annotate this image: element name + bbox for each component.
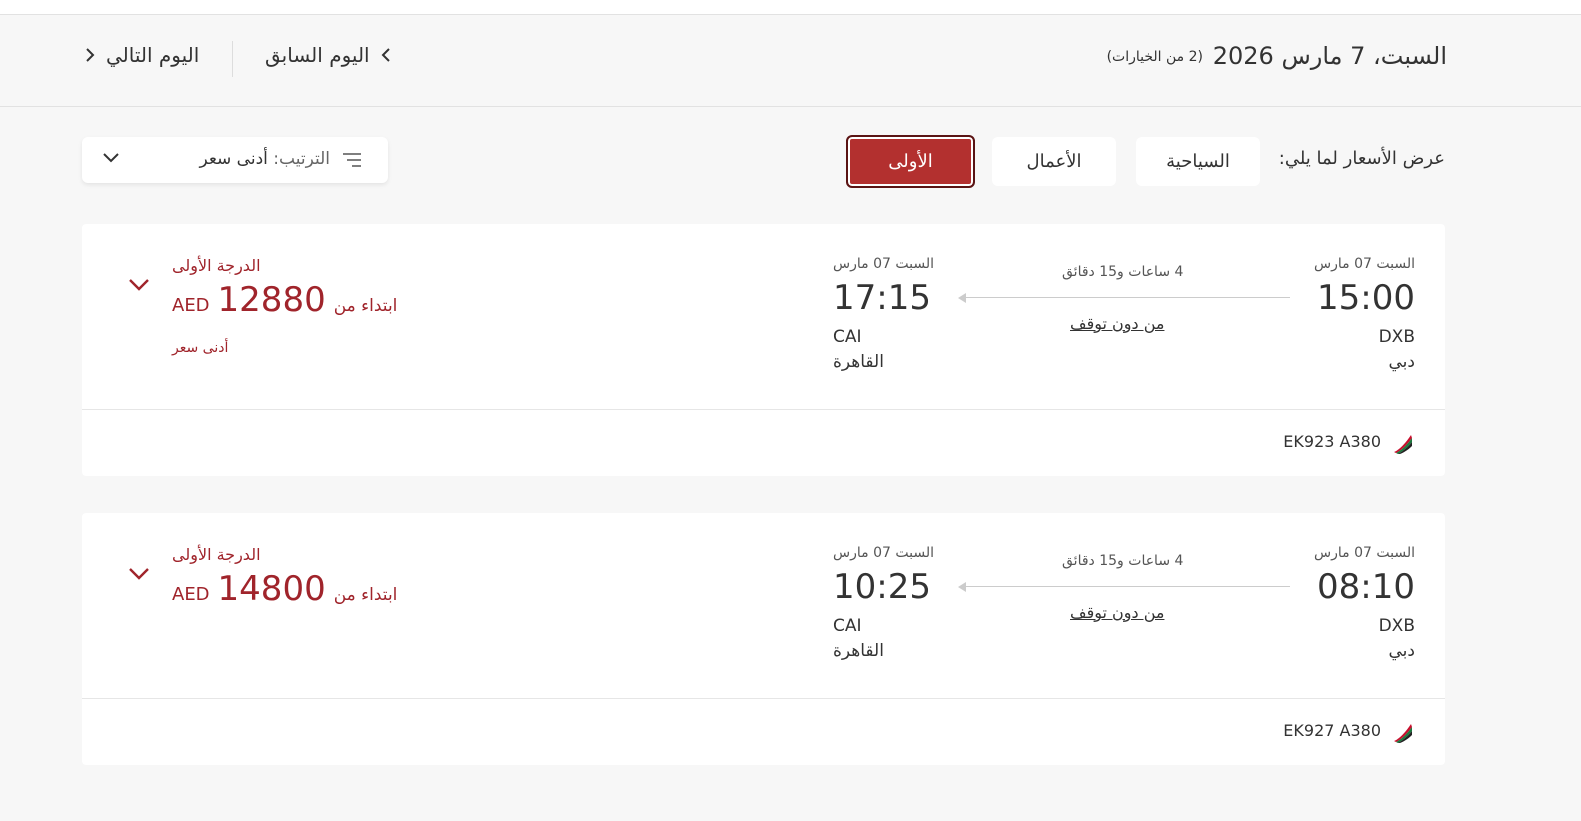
arrow-left-icon	[958, 582, 966, 592]
cabin-first-button[interactable]: الأولى	[846, 135, 975, 188]
options-count: (2 من الخيارات)	[1106, 49, 1203, 65]
arrival-city: القاهرة	[833, 641, 884, 661]
chevron-right-icon	[86, 48, 95, 62]
sort-value: أدنى سعر	[199, 149, 268, 169]
price-amount: 12880	[217, 280, 326, 320]
flight-card-main: السبت 07 مارس 08:10 DXB دبي 4 ساعات و15 …	[82, 513, 1445, 699]
arrival-code: CAI	[833, 616, 862, 636]
flight-card-footer: EK927 A380	[82, 699, 1445, 765]
date-bar: السبت، 7 مارس 2026 (2 من الخيارات) اليوم…	[0, 15, 1581, 107]
flight-card[interactable]: السبت 07 مارس 15:00 DXB دبي 4 ساعات و15 …	[82, 224, 1445, 476]
flight-number: EK927 A380	[1283, 721, 1381, 740]
flight-duration: 4 ساعات و15 دقائق	[1062, 264, 1184, 280]
departure-date: السبت 07 مارس	[1314, 545, 1415, 561]
departure-city: دبي	[1388, 352, 1415, 372]
nav-divider	[232, 41, 233, 77]
next-day-button[interactable]: اليوم التالي	[84, 43, 199, 67]
chevron-down-icon	[103, 153, 119, 163]
price-currency: AED	[172, 584, 210, 605]
price-amount: 14800	[217, 569, 326, 609]
fare-class-label: الدرجة الأولى	[172, 256, 261, 275]
price-currency: AED	[172, 295, 210, 316]
departure-time: 08:10	[1317, 567, 1415, 607]
arrival-time: 10:25	[833, 567, 931, 607]
stops-link[interactable]: من دون توقف	[1070, 314, 1164, 333]
arrival-date: السبت 07 مارس	[833, 256, 934, 272]
airline-logo-icon	[1394, 724, 1412, 743]
departure-time: 15:00	[1317, 278, 1415, 318]
chevron-left-icon	[381, 48, 390, 62]
price-from-label: ابتداء من	[333, 585, 398, 605]
flight-card-main: السبت 07 مارس 15:00 DXB دبي 4 ساعات و15 …	[82, 224, 1445, 410]
stops-link[interactable]: من دون توقف	[1070, 603, 1164, 622]
price-from-label: ابتداء من	[333, 296, 398, 316]
top-strip	[0, 0, 1581, 15]
page-title: السبت، 7 مارس 2026	[1212, 42, 1447, 70]
route-line	[962, 297, 1290, 298]
cabin-business-button[interactable]: الأعمال	[992, 137, 1116, 186]
sort-dropdown[interactable]: الترتيب: أدنى سعر	[82, 137, 388, 183]
price: AED 12880 ابتداء من	[172, 280, 397, 320]
chevron-down-icon[interactable]	[128, 567, 150, 581]
prev-day-label: اليوم السابق	[265, 43, 370, 67]
chevron-down-icon[interactable]	[128, 278, 150, 292]
departure-city: دبي	[1388, 641, 1415, 661]
sort-icon	[343, 153, 361, 167]
fare-class-label: الدرجة الأولى	[172, 545, 261, 564]
departure-code: DXB	[1378, 616, 1415, 636]
departure-code: DXB	[1378, 327, 1415, 347]
flight-card[interactable]: السبت 07 مارس 08:10 DXB دبي 4 ساعات و15 …	[82, 513, 1445, 765]
flight-duration: 4 ساعات و15 دقائق	[1062, 553, 1184, 569]
airline-logo-icon	[1394, 435, 1412, 454]
route-line	[962, 586, 1290, 587]
cabin-economy-button[interactable]: السياحية	[1136, 137, 1260, 186]
arrow-left-icon	[958, 293, 966, 303]
arrival-code: CAI	[833, 327, 862, 347]
arrival-date: السبت 07 مارس	[833, 545, 934, 561]
sort-text: الترتيب: أدنى سعر	[199, 149, 330, 169]
fare-filter-label: عرض الأسعار لما يلي:	[1278, 148, 1445, 169]
arrival-time: 17:15	[833, 278, 931, 318]
lowest-price-tag: أدنى سعر	[172, 340, 229, 356]
next-day-label: اليوم التالي	[106, 43, 200, 67]
prev-day-button[interactable]: اليوم السابق	[265, 43, 392, 67]
arrival-city: القاهرة	[833, 352, 884, 372]
flight-number: EK923 A380	[1283, 432, 1381, 451]
departure-date: السبت 07 مارس	[1314, 256, 1415, 272]
price: AED 14800 ابتداء من	[172, 569, 397, 609]
flight-card-footer: EK923 A380	[82, 410, 1445, 476]
sort-label: الترتيب:	[273, 149, 330, 169]
